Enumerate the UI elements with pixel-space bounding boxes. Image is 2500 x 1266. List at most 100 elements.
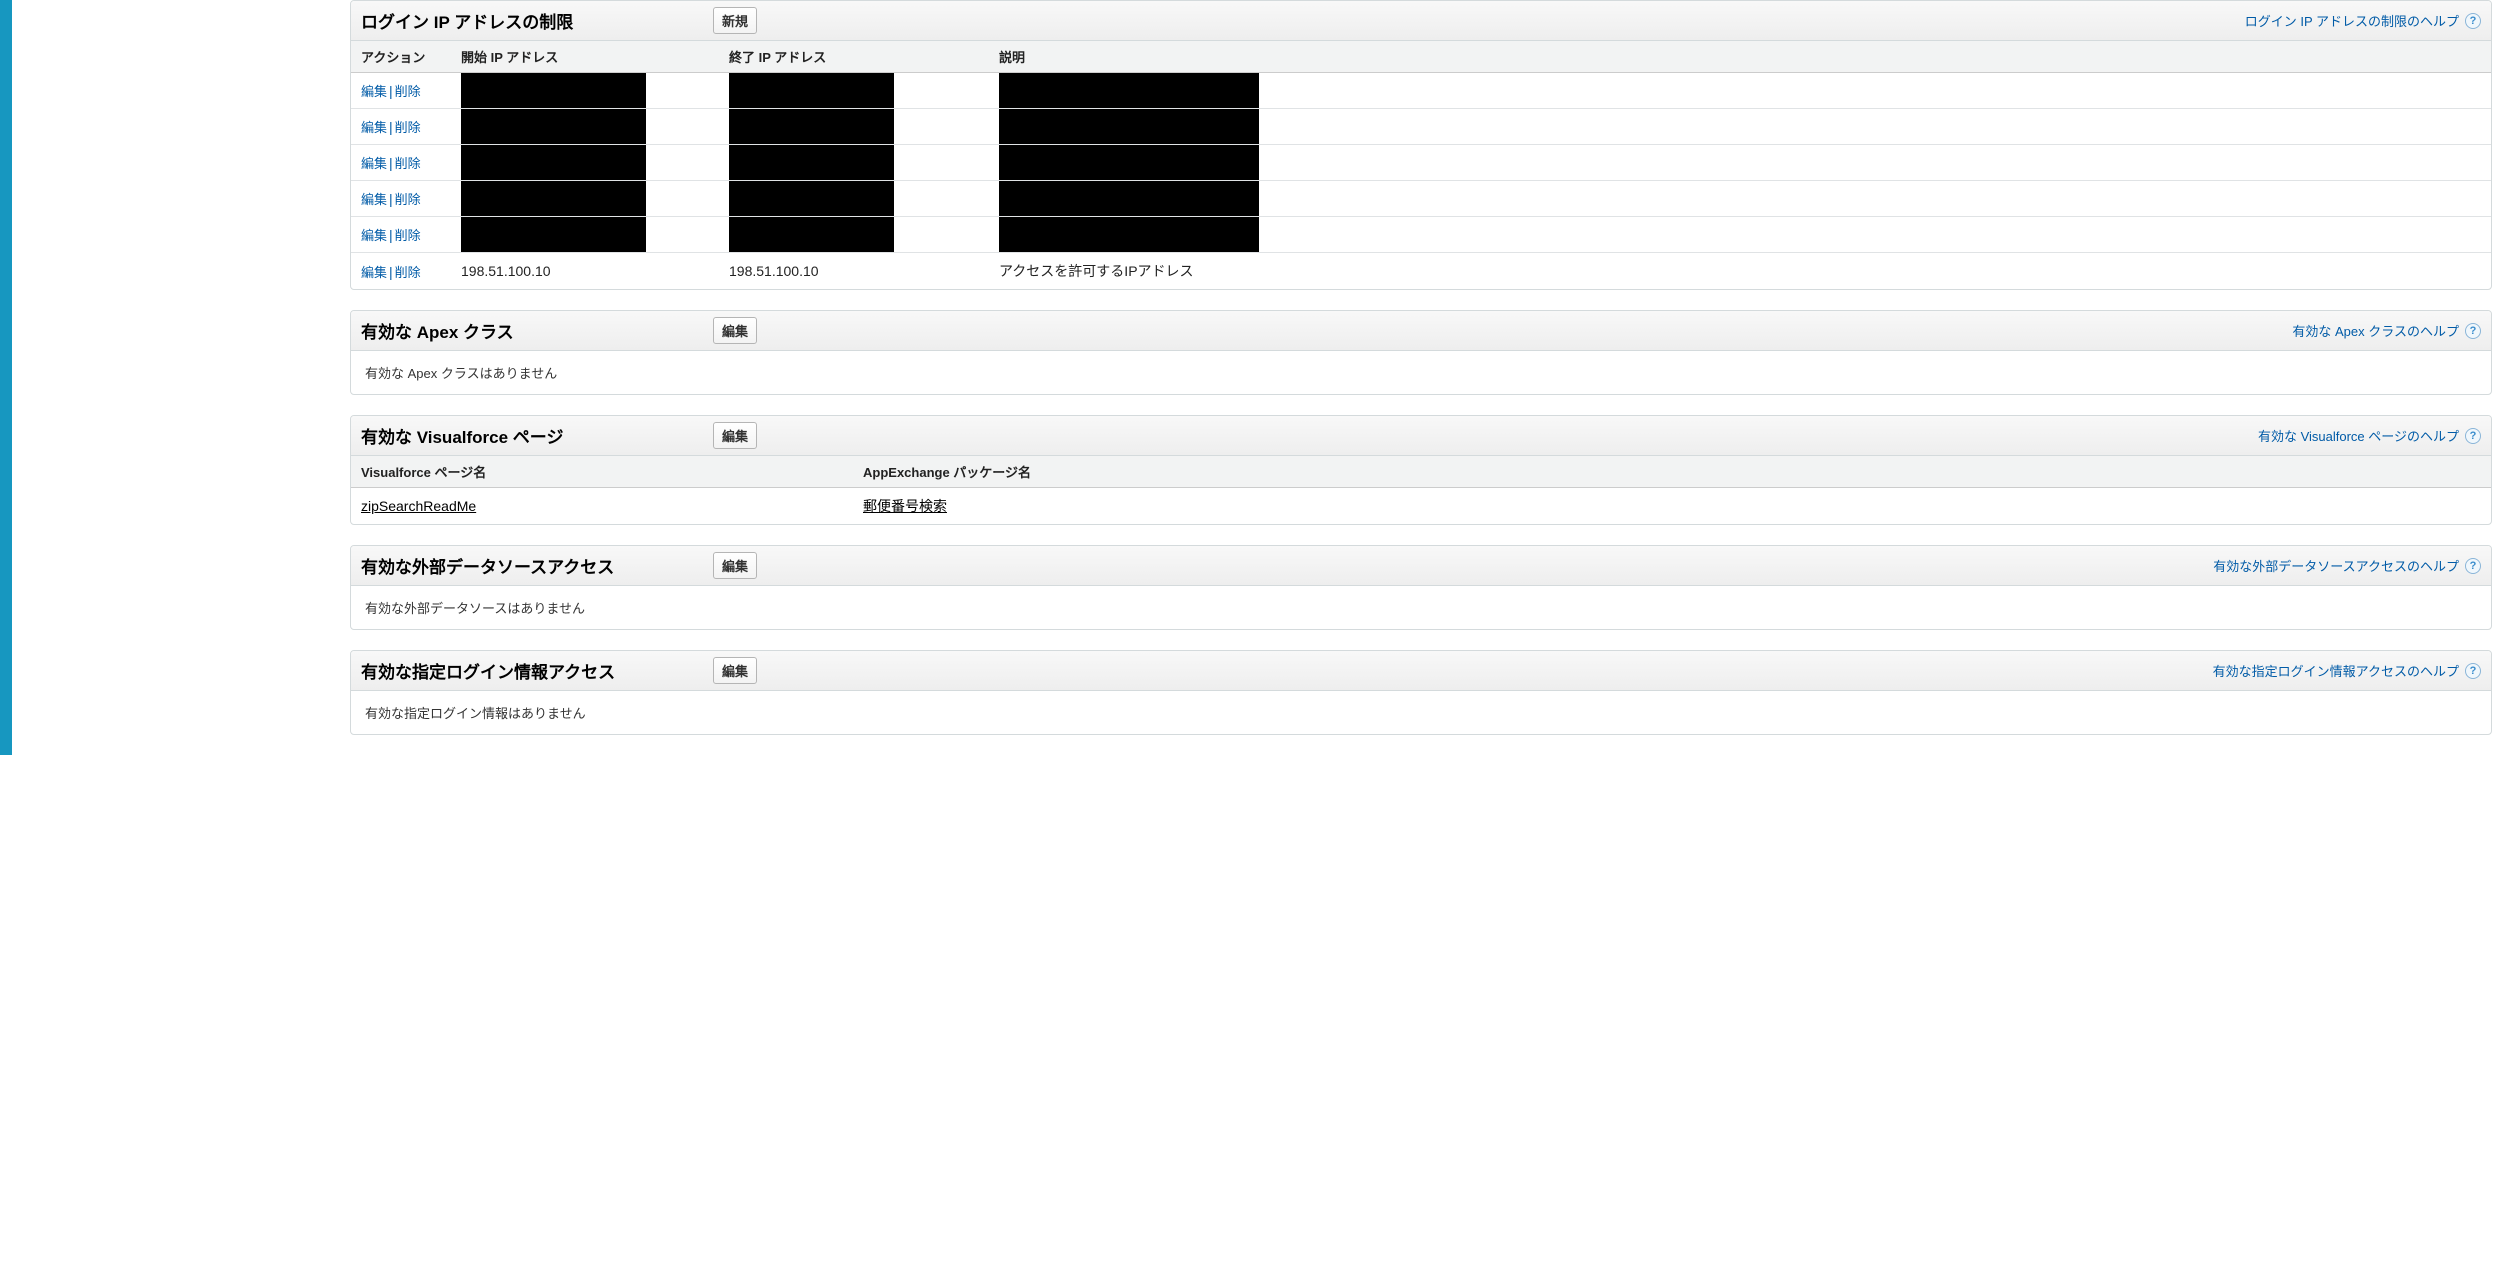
help-link[interactable]: 有効な Visualforce ページのヘルプ	[2258, 426, 2459, 445]
redaction-block	[461, 109, 646, 144]
vf-package-link[interactable]: 郵便番号検索	[863, 498, 947, 514]
end-ip-cell: 5	[719, 109, 989, 145]
delete-link[interactable]: 削除	[395, 265, 421, 280]
delete-link[interactable]: 削除	[395, 192, 421, 207]
section-header: 有効な Visualforce ページ 編集 有効な Visualforce ペ…	[351, 416, 2491, 456]
help-icon[interactable]: ?	[2465, 428, 2481, 444]
edit-link[interactable]: 編集	[361, 84, 387, 99]
separator: |	[389, 191, 393, 207]
edit-button[interactable]: 編集	[713, 657, 757, 684]
col-start: 開始 IP アドレス	[451, 41, 719, 73]
delete-link[interactable]: 削除	[395, 228, 421, 243]
desc-cell: a	[989, 73, 2491, 109]
table-row: 編集|削除55a	[351, 109, 2491, 145]
help-icon[interactable]: ?	[2465, 663, 2481, 679]
col-desc: 説明	[989, 41, 2491, 73]
left-accent-rail	[0, 0, 12, 755]
separator: |	[389, 264, 393, 280]
end-ip-cell: 198.51.100.10	[719, 253, 989, 290]
section-external-data-source: 有効な外部データソースアクセス 編集 有効な外部データソースアクセスのヘルプ ?…	[350, 545, 2492, 630]
table-row: 編集|削除55a	[351, 73, 2491, 109]
section-header: ログイン IP アドレスの制限 新規 ログイン IP アドレスの制限のヘルプ ?	[351, 1, 2491, 41]
help-link[interactable]: 有効な指定ログイン情報アクセスのヘルプ	[2213, 661, 2459, 680]
redaction-block	[999, 145, 1259, 180]
edit-link[interactable]: 編集	[361, 265, 387, 280]
end-ip-cell: 5	[719, 145, 989, 181]
section-title: 有効な Visualforce ページ	[361, 423, 713, 448]
desc-cell: a	[989, 109, 2491, 145]
redaction-block	[461, 181, 646, 216]
col-end: 終了 IP アドレス	[719, 41, 989, 73]
redaction-block	[461, 217, 646, 252]
end-ip-cell: 1	[719, 217, 989, 253]
help-icon[interactable]: ?	[2465, 558, 2481, 574]
section-named-credential: 有効な指定ログイン情報アクセス 編集 有効な指定ログイン情報アクセスのヘルプ ?…	[350, 650, 2492, 735]
edit-link[interactable]: 編集	[361, 120, 387, 135]
col-vf-name: Visualforce ページ名	[351, 456, 853, 488]
empty-message: 有効な指定ログイン情報はありません	[351, 691, 2491, 734]
desc-cell: a	[989, 145, 2491, 181]
table-row: zipSearchReadMe 郵便番号検索	[351, 488, 2491, 525]
new-button[interactable]: 新規	[713, 7, 757, 34]
separator: |	[389, 227, 393, 243]
section-title: ログイン IP アドレスの制限	[361, 8, 713, 33]
desc-cell: E	[989, 217, 2491, 253]
help-link[interactable]: ログイン IP アドレスの制限のヘルプ	[2245, 11, 2459, 30]
section-login-ip: ログイン IP アドレスの制限 新規 ログイン IP アドレスの制限のヘルプ ?…	[350, 0, 2492, 290]
ip-table: アクション 開始 IP アドレス 終了 IP アドレス 説明 編集|削除55a編…	[351, 41, 2491, 289]
empty-message: 有効な Apex クラスはありません	[351, 351, 2491, 394]
delete-link[interactable]: 削除	[395, 84, 421, 99]
edit-button[interactable]: 編集	[713, 422, 757, 449]
section-visualforce: 有効な Visualforce ページ 編集 有効な Visualforce ペ…	[350, 415, 2492, 525]
vf-table: Visualforce ページ名 AppExchange パッケージ名 zipS…	[351, 456, 2491, 524]
separator: |	[389, 119, 393, 135]
help-icon[interactable]: ?	[2465, 13, 2481, 29]
section-apex: 有効な Apex クラス 編集 有効な Apex クラスのヘルプ ? 有効な A…	[350, 310, 2492, 395]
sidebar-placeholder	[12, 0, 350, 755]
start-ip-cell: 1	[451, 217, 719, 253]
section-header: 有効な Apex クラス 編集 有効な Apex クラスのヘルプ ?	[351, 311, 2491, 351]
edit-button[interactable]: 編集	[713, 317, 757, 344]
edit-link[interactable]: 編集	[361, 192, 387, 207]
separator: |	[389, 155, 393, 171]
help-link[interactable]: 有効な Apex クラスのヘルプ	[2292, 321, 2459, 340]
edit-link[interactable]: 編集	[361, 156, 387, 171]
redaction-block	[461, 73, 646, 108]
start-ip-cell: 5	[451, 145, 719, 181]
redaction-block	[999, 217, 1259, 252]
empty-message: 有効な外部データソースはありません	[351, 586, 2491, 629]
edit-link[interactable]: 編集	[361, 228, 387, 243]
delete-link[interactable]: 削除	[395, 156, 421, 171]
end-ip-cell: 1	[719, 181, 989, 217]
table-row: 編集|削除55a	[351, 145, 2491, 181]
end-ip-cell: 5	[719, 73, 989, 109]
section-title: 有効な指定ログイン情報アクセス	[361, 658, 713, 683]
redaction-block	[729, 181, 894, 216]
help-icon[interactable]: ?	[2465, 323, 2481, 339]
section-header: 有効な指定ログイン情報アクセス 編集 有効な指定ログイン情報アクセスのヘルプ ?	[351, 651, 2491, 691]
redaction-block	[729, 217, 894, 252]
help-link[interactable]: 有効な外部データソースアクセスのヘルプ	[2213, 556, 2459, 575]
table-row: 編集|削除11E	[351, 181, 2491, 217]
redaction-block	[999, 109, 1259, 144]
separator: |	[389, 83, 393, 99]
delete-link[interactable]: 削除	[395, 120, 421, 135]
desc-cell: E	[989, 181, 2491, 217]
redaction-block	[999, 73, 1259, 108]
redaction-block	[729, 145, 894, 180]
section-header: 有効な外部データソースアクセス 編集 有効な外部データソースアクセスのヘルプ ?	[351, 546, 2491, 586]
start-ip-cell: 1	[451, 181, 719, 217]
vf-page-link[interactable]: zipSearchReadMe	[361, 498, 476, 514]
section-title: 有効な Apex クラス	[361, 318, 713, 343]
start-ip-cell: 5	[451, 73, 719, 109]
redaction-block	[729, 73, 894, 108]
desc-cell: アクセスを許可するIPアドレス	[989, 253, 2491, 290]
redaction-block	[729, 109, 894, 144]
redaction-block	[999, 181, 1259, 216]
section-title: 有効な外部データソースアクセス	[361, 553, 713, 578]
table-row: 編集|削除11E	[351, 217, 2491, 253]
start-ip-cell: 198.51.100.10	[451, 253, 719, 290]
table-row: 編集|削除198.51.100.10198.51.100.10アクセスを許可する…	[351, 253, 2491, 290]
edit-button[interactable]: 編集	[713, 552, 757, 579]
main-content: ログイン IP アドレスの制限 新規 ログイン IP アドレスの制限のヘルプ ?…	[350, 0, 2500, 755]
